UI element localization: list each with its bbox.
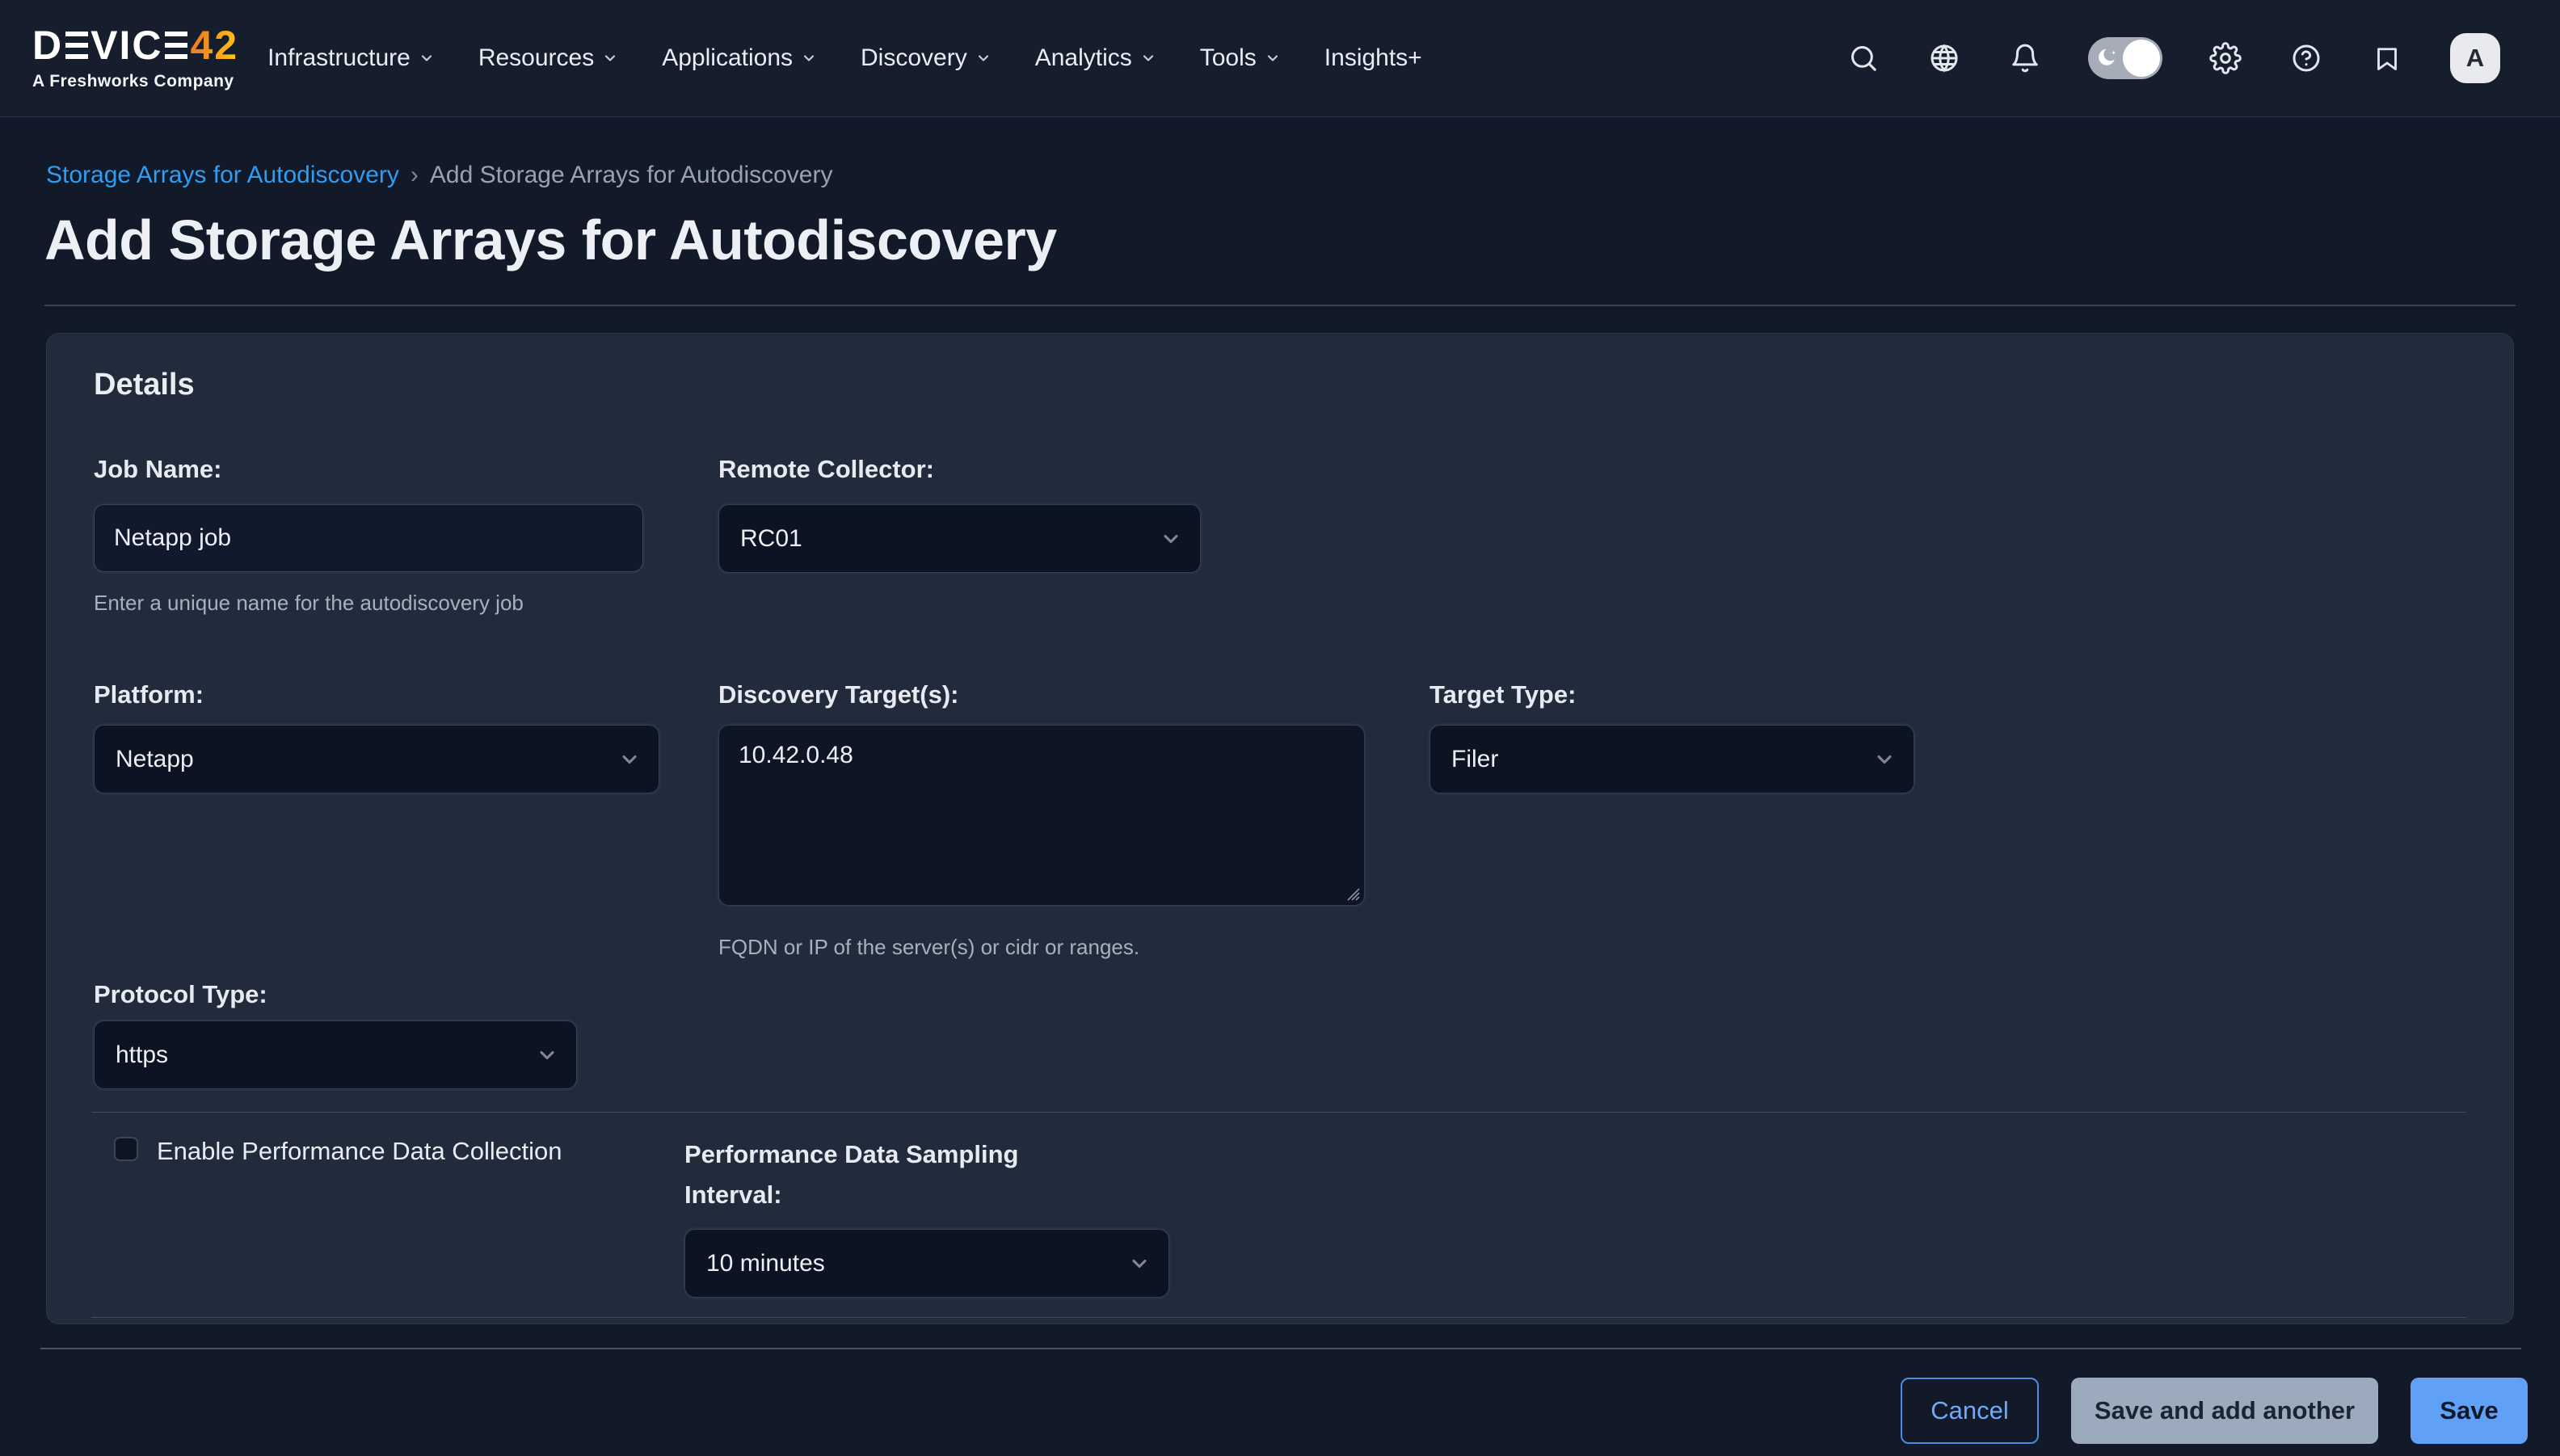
settings-button[interactable] — [2208, 40, 2243, 76]
protocol-type-select[interactable]: https — [94, 1020, 577, 1089]
nav-item-discovery[interactable]: Discovery — [861, 44, 992, 72]
target-type-select[interactable]: Filer — [1429, 725, 1914, 793]
nav-utilities: A — [1846, 33, 2500, 83]
card-divider — [91, 1112, 2466, 1113]
breadcrumb-separator: › — [411, 162, 419, 189]
breadcrumb-link[interactable]: Storage Arrays for Autodiscovery — [46, 162, 399, 189]
remote-collector-label: Remote Collector: — [718, 455, 934, 484]
nav-item-insights[interactable]: Insights+ — [1324, 44, 1422, 72]
logo-letter-e-icon — [65, 32, 88, 59]
chevron-down-icon — [419, 50, 435, 66]
nav-item-tools[interactable]: Tools — [1200, 44, 1281, 72]
user-avatar[interactable]: A — [2450, 33, 2500, 83]
nav-item-infrastructure[interactable]: Infrastructure — [267, 44, 435, 72]
main-menu: Infrastructure Resources Applications Di… — [267, 44, 1422, 72]
page-title: Add Storage Arrays for Autodiscovery — [44, 207, 1057, 273]
platform-label: Platform: — [94, 680, 204, 709]
discovery-targets-textarea[interactable]: 10.42.0.48 — [718, 725, 1365, 906]
footer-divider — [40, 1348, 2521, 1349]
remote-collector-select[interactable]: RC01 — [718, 504, 1201, 573]
section-title: Details — [94, 368, 195, 402]
job-name-input[interactable] — [94, 504, 643, 572]
chevron-down-icon — [1128, 1252, 1151, 1275]
app-root: DVIC42 A Freshworks Company Infrastructu… — [0, 0, 2560, 1456]
resize-handle-icon[interactable] — [1343, 884, 1361, 902]
sampling-interval-label: Performance Data Sampling Interval: — [684, 1134, 1056, 1215]
chevron-down-icon — [975, 50, 992, 66]
enable-performance-checkbox[interactable] — [114, 1137, 138, 1161]
platform-select[interactable]: Netapp — [94, 725, 659, 793]
discovery-targets-label: Discovery Target(s): — [718, 680, 958, 709]
chevron-down-icon — [618, 748, 641, 771]
cancel-button[interactable]: Cancel — [1901, 1378, 2039, 1444]
device42-logo[interactable]: DVIC42 A Freshworks Company — [32, 25, 238, 91]
globe-icon — [1928, 42, 1960, 74]
save-button[interactable]: Save — [2411, 1378, 2528, 1444]
top-nav: DVIC42 A Freshworks Company Infrastructu… — [0, 0, 2560, 117]
title-divider — [44, 305, 2516, 306]
save-and-add-another-button[interactable]: Save and add another — [2071, 1378, 2378, 1444]
moon-icon — [2095, 46, 2120, 70]
language-button[interactable] — [1926, 40, 1962, 76]
breadcrumb-current: Add Storage Arrays for Autodiscovery — [430, 162, 833, 189]
chevron-down-icon — [536, 1044, 558, 1067]
chevron-down-icon — [602, 50, 618, 66]
job-name-help: Enter a unique name for the autodiscover… — [94, 591, 524, 616]
help-icon — [2290, 42, 2322, 74]
bookmark-icon — [2373, 44, 2402, 73]
discovery-targets-help: FQDN or IP of the server(s) or cidr or r… — [718, 935, 1139, 960]
chevron-down-icon — [1160, 528, 1182, 550]
bell-icon — [2010, 43, 2040, 74]
chevron-down-icon — [1140, 50, 1156, 66]
logo-letter-e-icon — [165, 32, 187, 59]
gear-icon — [2209, 42, 2242, 74]
bookmark-button[interactable] — [2369, 40, 2405, 76]
details-card: Details Job Name: Enter a unique name fo… — [46, 333, 2514, 1324]
sampling-interval-select[interactable]: 10 minutes — [684, 1229, 1169, 1298]
card-divider — [91, 1317, 2466, 1318]
search-icon — [1848, 43, 1879, 74]
target-type-label: Target Type: — [1429, 680, 1576, 709]
dark-mode-toggle[interactable] — [2088, 37, 2162, 79]
device42-wordmark: DVIC42 — [32, 25, 238, 65]
logo-subtitle: A Freshworks Company — [32, 72, 238, 91]
discovery-targets-field: 10.42.0.48 — [718, 725, 1365, 906]
help-button[interactable] — [2288, 40, 2324, 76]
chevron-down-icon — [801, 50, 817, 66]
form-actions: Cancel Save and add another Save — [1901, 1378, 2528, 1444]
notifications-button[interactable] — [2007, 40, 2043, 76]
toggle-knob — [2123, 40, 2160, 77]
chevron-down-icon — [1873, 748, 1896, 771]
chevron-down-icon — [1265, 50, 1281, 66]
nav-item-resources[interactable]: Resources — [478, 44, 618, 72]
nav-item-analytics[interactable]: Analytics — [1035, 44, 1156, 72]
search-button[interactable] — [1846, 40, 1881, 76]
breadcrumb: Storage Arrays for Autodiscovery › Add S… — [46, 162, 832, 189]
nav-item-applications[interactable]: Applications — [662, 44, 817, 72]
job-name-label: Job Name: — [94, 455, 221, 484]
enable-performance-label[interactable]: Enable Performance Data Collection — [157, 1137, 562, 1166]
protocol-type-label: Protocol Type: — [94, 980, 267, 1009]
